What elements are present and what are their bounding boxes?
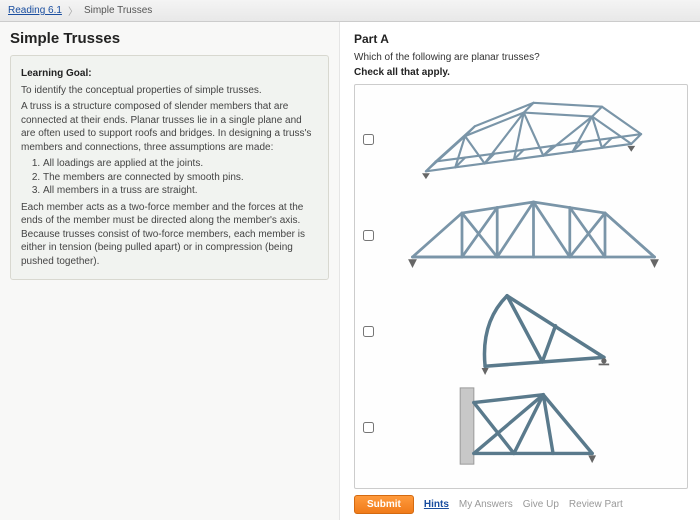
left-column: Simple Trusses Learning Goal: To identif… [0,22,340,520]
truss-wall-triangle-icon [388,383,679,471]
part-a-instruction: Check all that apply. [354,67,688,78]
option-4-checkbox[interactable] [363,422,374,433]
truss-curved-member-icon [388,287,679,375]
learning-goal-panel: Learning Goal: To identify the conceptua… [10,55,329,280]
breadcrumb-current: Simple Trusses [84,5,152,16]
option-3-checkbox[interactable] [363,326,374,337]
part-a-question: Which of the following are planar trusse… [354,52,688,63]
my-answers-link[interactable]: My Answers [459,499,513,510]
breadcrumb: Reading 6.1 〉 Simple Trusses [0,0,700,22]
breadcrumb-link-reading[interactable]: Reading 6.1 [8,5,62,16]
part-a-label: Part A [354,32,688,46]
review-part-link[interactable]: Review Part [569,499,623,510]
option-2-checkbox[interactable] [363,230,374,241]
chevron-right-icon: 〉 [68,3,78,18]
assumption-1: All loadings are applied at the joints. [43,157,318,171]
learning-goal-para1: A truss is a structure composed of slend… [21,100,318,154]
action-bar: Submit Hints My Answers Give Up Review P… [354,495,688,514]
page-title: Simple Trusses [10,30,329,47]
hints-link[interactable]: Hints [424,499,449,510]
truss-3d-bridge-icon [388,95,679,183]
option-row-1 [363,91,679,187]
learning-goal-heading: Learning Goal: [21,68,92,79]
option-row-2 [363,187,679,283]
right-column: Part A Which of the following are planar… [340,22,700,520]
submit-button[interactable]: Submit [354,495,414,514]
option-row-4 [363,379,679,475]
options-box [354,84,688,489]
option-row-3 [363,283,679,379]
assumption-2: The members are connected by smooth pins… [43,171,318,185]
give-up-link[interactable]: Give Up [523,499,559,510]
learning-goal-intro: To identify the conceptual properties of… [21,84,318,98]
option-1-checkbox[interactable] [363,134,374,145]
learning-goal-para2: Each member acts as a two-force member a… [21,201,318,269]
truss-planar-bridge-icon [388,191,679,279]
assumption-3: All members in a truss are straight. [43,184,318,198]
